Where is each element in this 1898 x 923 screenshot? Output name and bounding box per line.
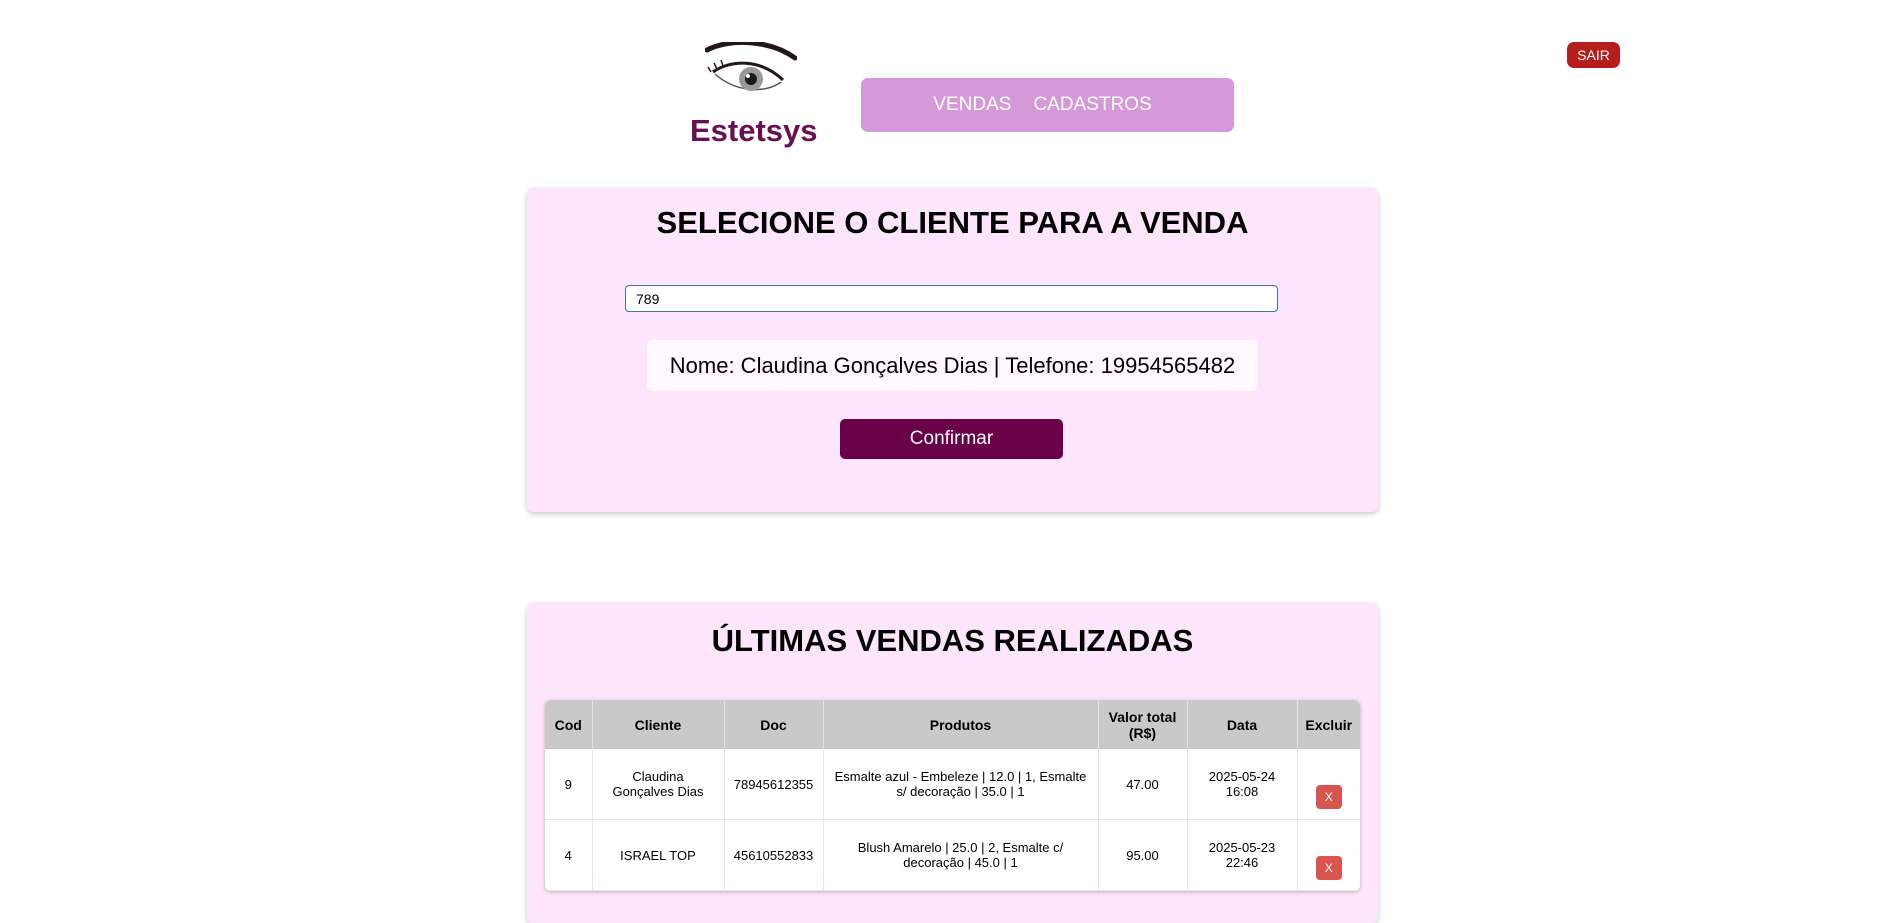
nav-cadastros[interactable]: CADASTROS: [1033, 94, 1151, 116]
recent-sales-card: ÚLTIMAS VENDAS REALIZADAS Cod Cliente Do…: [527, 603, 1378, 923]
cell-valor: 95.00: [1098, 819, 1188, 891]
table-row: 4 ISRAEL TOP 45610552833 Blush Amarelo |…: [545, 819, 1360, 891]
client-select-card: SELECIONE O CLIENTE PARA A VENDA Nome: C…: [527, 188, 1378, 512]
cell-cliente: Claudina Gonçalves Dias: [592, 749, 725, 820]
cell-produtos: Esmalte azul - Embeleze | 12.0 | 1, Esma…: [823, 749, 1099, 820]
main-nav: VENDAS CADASTROS: [861, 78, 1234, 132]
brand-name: Estetsys: [690, 113, 818, 148]
delete-sale-button[interactable]: X: [1315, 785, 1342, 809]
col-valor-total: Valor total (R$): [1098, 700, 1188, 749]
col-cod: Cod: [545, 700, 593, 749]
sales-table: Cod Cliente Doc Produtos Valor total (R$…: [545, 700, 1360, 891]
col-excluir: Excluir: [1297, 700, 1360, 749]
cell-cod: 4: [545, 819, 593, 891]
delete-sale-button[interactable]: X: [1315, 856, 1342, 880]
cell-cod: 9: [545, 749, 593, 820]
table-header-row: Cod Cliente Doc Produtos Valor total (R$…: [545, 700, 1360, 749]
cell-excluir: X: [1297, 749, 1360, 820]
cell-doc: 78945612355: [724, 749, 824, 820]
eye-lash-icon: [704, 39, 798, 102]
cell-excluir: X: [1297, 819, 1360, 891]
cell-data: 2025-05-24 16:08: [1187, 749, 1298, 820]
client-result[interactable]: Nome: Claudina Gonçalves Dias | Telefone…: [647, 340, 1258, 391]
cell-cliente: ISRAEL TOP: [592, 819, 725, 891]
confirm-button[interactable]: Confirmar: [840, 419, 1063, 459]
logout-button[interactable]: SAIR: [1567, 42, 1620, 68]
col-cliente: Cliente: [592, 700, 725, 749]
cell-produtos: Blush Amarelo | 25.0 | 2, Esmalte c/ dec…: [823, 819, 1099, 891]
client-search-input[interactable]: [625, 285, 1278, 312]
col-produtos: Produtos: [823, 700, 1099, 749]
recent-sales-title: ÚLTIMAS VENDAS REALIZADAS: [711, 623, 1194, 658]
cell-valor: 47.00: [1098, 749, 1188, 820]
nav-vendas[interactable]: VENDAS: [933, 94, 1011, 116]
cell-doc: 45610552833: [724, 819, 824, 891]
cell-data: 2025-05-23 22:46: [1187, 819, 1298, 891]
client-select-title: SELECIONE O CLIENTE PARA A VENDA: [656, 205, 1249, 240]
table-row: 9 Claudina Gonçalves Dias 78945612355 Es…: [545, 749, 1360, 820]
col-doc: Doc: [724, 700, 824, 749]
col-data: Data: [1187, 700, 1298, 749]
